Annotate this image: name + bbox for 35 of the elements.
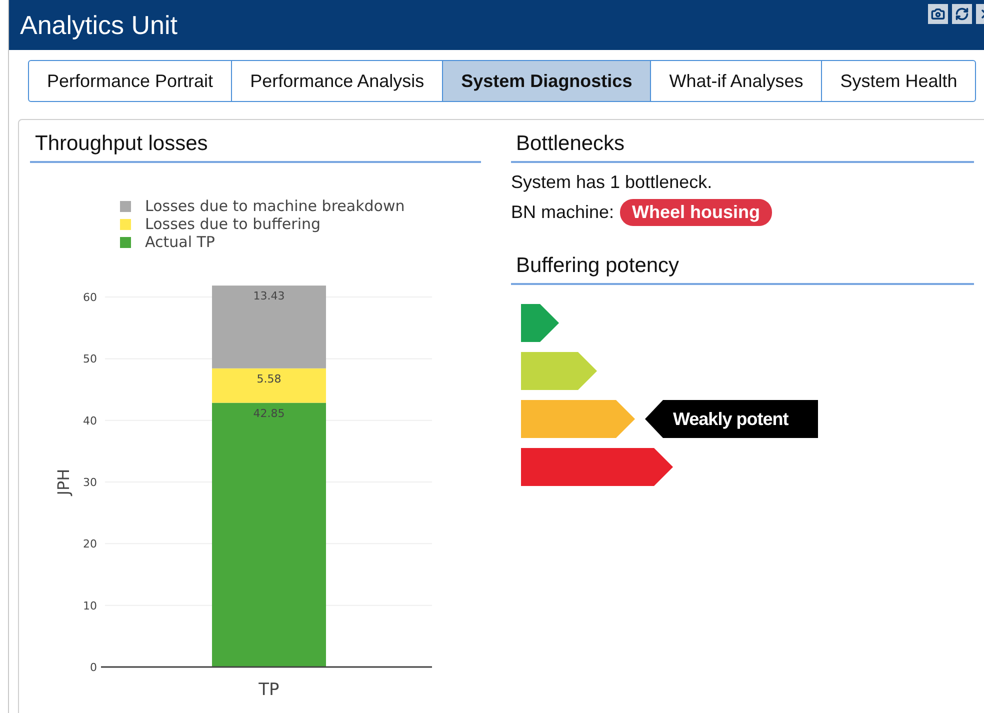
y-tick-label: 30 <box>83 476 97 490</box>
data-label: 5.58 <box>256 372 282 386</box>
tab[interactable]: System Diagnostics <box>442 60 652 102</box>
legend-label: Losses due to machine breakdown <box>145 197 405 215</box>
y-tick-label: 40 <box>83 414 97 428</box>
legend-label: Actual TP <box>145 233 215 251</box>
section-heading: Buffering potency <box>511 254 974 285</box>
legend-swatch <box>120 237 131 248</box>
refresh-button[interactable] <box>952 4 972 24</box>
tab[interactable]: System Health <box>821 60 976 102</box>
y-tick-label: 50 <box>83 352 97 366</box>
bn-machine-tag: Wheel housing <box>620 199 772 226</box>
bottleneck-summary: System has 1 bottleneck. <box>511 172 712 193</box>
window-title: Analytics Unit <box>20 10 178 40</box>
refresh-icon <box>955 7 969 21</box>
y-tick-label: 0 <box>90 661 97 674</box>
tab[interactable]: Performance Portrait <box>28 60 232 102</box>
potency-indicator: Weakly potent <box>645 400 818 438</box>
legend-swatch <box>120 219 131 230</box>
section-heading: Bottlenecks <box>511 132 974 163</box>
tab[interactable]: What-if Analyses <box>650 60 822 102</box>
y-tick-label: 10 <box>83 599 97 612</box>
legend-label: Losses due to buffering <box>145 215 321 233</box>
section-heading: Throughput losses <box>30 132 481 163</box>
bn-machine-label: BN machine: <box>511 202 614 223</box>
data-label: 13.43 <box>253 290 285 303</box>
y-tick-label: 60 <box>83 291 97 304</box>
legend-swatch <box>120 201 131 212</box>
tab[interactable]: Performance Analysis <box>231 60 444 102</box>
x-tick-label: TP <box>258 680 280 700</box>
camera-icon <box>931 7 945 21</box>
data-label: 42.85 <box>253 406 285 420</box>
camera-button[interactable] <box>928 4 948 24</box>
y-axis-title: JPH <box>54 468 73 496</box>
y-tick-label: 20 <box>83 538 97 551</box>
